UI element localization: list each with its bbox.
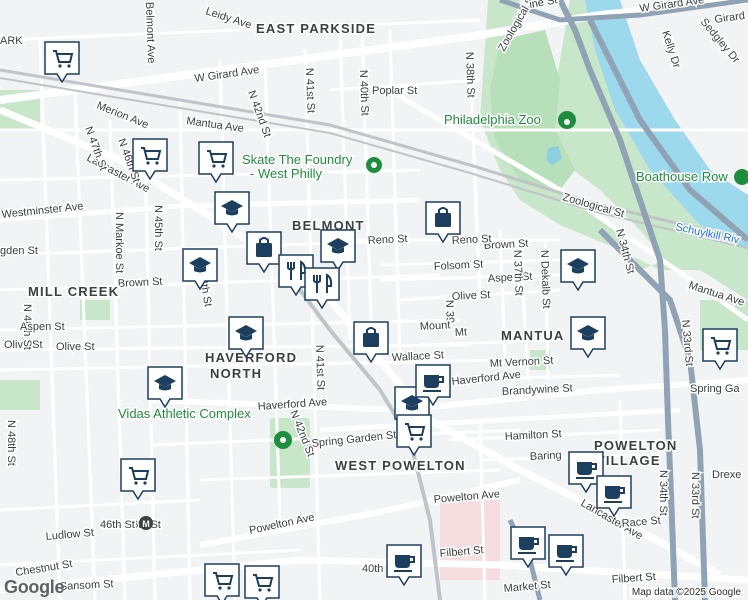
paw-icon-pad: [564, 119, 570, 125]
pin-icon-dot: [280, 437, 286, 443]
cart-icon-wheel: [212, 164, 216, 168]
street-label: N Markoe St: [113, 212, 125, 273]
street-label: Mount: [420, 319, 451, 333]
neighborhood-label: EAST PARKSIDE: [256, 21, 376, 36]
transit-label: 46th St: [100, 519, 135, 531]
street-label: N 38th St: [463, 52, 477, 98]
street-label: Spring Ga: [690, 383, 740, 395]
cart-icon-wheel: [134, 481, 138, 485]
neighborhood-label: VILLAGE: [596, 453, 661, 468]
marker-pin: [244, 565, 280, 600]
coffee-cup-icon: [519, 537, 534, 550]
street-label: N 41st St: [313, 345, 327, 391]
street-label: 40th: [362, 563, 383, 575]
street-label: gden St: [0, 245, 38, 257]
coffee-cup-icon: [605, 486, 620, 499]
street-label: Baring: [530, 449, 562, 463]
cart-icon-wheel: [716, 351, 720, 355]
map-attribution: Map data ©2025 Google: [628, 587, 744, 598]
map-canvas[interactable]: W Girard Ave W Girard Ave Mantua Ave Poplar…: [0, 0, 748, 600]
neighborhood-label: POWELTON: [594, 438, 678, 453]
park-west-2: [0, 380, 40, 410]
poi-label-partial: Drexe: [712, 469, 741, 481]
cart-icon-wheel: [58, 64, 62, 68]
street-label: N 34th St: [657, 470, 669, 516]
cart-icon-wheel: [67, 64, 71, 68]
marker-pin: [204, 563, 240, 600]
coffee-cup-icon: [577, 462, 592, 475]
cart-icon-wheel: [155, 161, 159, 165]
cart-icon-wheel: [267, 588, 271, 592]
street-label: Aspen St: [20, 321, 65, 333]
street-label: N 45th St: [152, 205, 164, 251]
street-label: N 41st St: [303, 68, 317, 114]
cart-icon-wheel: [410, 437, 414, 441]
street-label: N 37th St: [511, 250, 525, 296]
pin-icon-dot: [371, 162, 377, 168]
neighborhood-label: MANTUA: [501, 328, 565, 343]
poi-label: Vidas Athletic Complex: [118, 406, 251, 421]
street-label: Reno St: [368, 233, 408, 247]
street-label: Brown St: [118, 276, 163, 290]
cart-icon-wheel: [725, 351, 729, 355]
map-svg[interactable]: W Girard AveW Girard AveMantua AvePoplar…: [0, 0, 748, 600]
street-label: Olive St: [56, 341, 95, 353]
street-label: N 48th St: [5, 420, 17, 466]
poi-label: - West Philly: [250, 166, 322, 181]
street-label: Belmont Ave: [143, 2, 157, 64]
shopping-bag-icon: [256, 243, 272, 257]
coffee-cup-icon: [424, 375, 439, 388]
neighborhood-label: MILL CREEK: [28, 284, 119, 299]
shopping-bag-icon: [435, 213, 451, 227]
neighborhood-label: HAVERFORD: [205, 350, 297, 365]
coffee-cup-icon: [395, 555, 410, 568]
street-label: Olive St: [452, 289, 491, 303]
map-marker-grocery[interactable]: [244, 565, 280, 600]
cart-icon-wheel: [218, 586, 222, 590]
street-label: N 33rd St: [689, 472, 701, 518]
cart-icon-wheel: [221, 164, 225, 168]
neighborhood-label: WEST POWELTON: [335, 458, 466, 473]
transit-46th-st[interactable]: 46th St M: [99, 516, 153, 533]
cart-icon-wheel: [143, 481, 147, 485]
neighborhood-label: NORTH: [210, 366, 262, 381]
street-label: Aspen St: [488, 271, 533, 285]
cart-icon-wheel: [258, 588, 262, 592]
street-label: Poplar St: [372, 85, 417, 97]
cart-icon-wheel: [419, 437, 423, 441]
google-logo: Google: [4, 577, 65, 597]
street-label: Reno St: [452, 233, 492, 247]
street-label: ARK: [0, 35, 23, 47]
poi-label: Boathouse Row: [636, 169, 728, 184]
street-label: N 40th St: [357, 70, 371, 116]
poi-label: Skate The Foundry: [242, 152, 353, 167]
cart-icon-wheel: [146, 161, 150, 165]
shopping-bag-icon: [363, 333, 379, 347]
street-label: N Dekalb St: [538, 250, 552, 309]
street-label: Mt: [455, 326, 468, 339]
poi-label: Philadelphia Zoo: [444, 112, 541, 127]
coffee-cup-icon: [557, 545, 572, 558]
metro-icon-letter: M: [142, 519, 150, 529]
cart-icon-wheel: [227, 586, 231, 590]
map-marker-grocery[interactable]: [204, 563, 240, 600]
